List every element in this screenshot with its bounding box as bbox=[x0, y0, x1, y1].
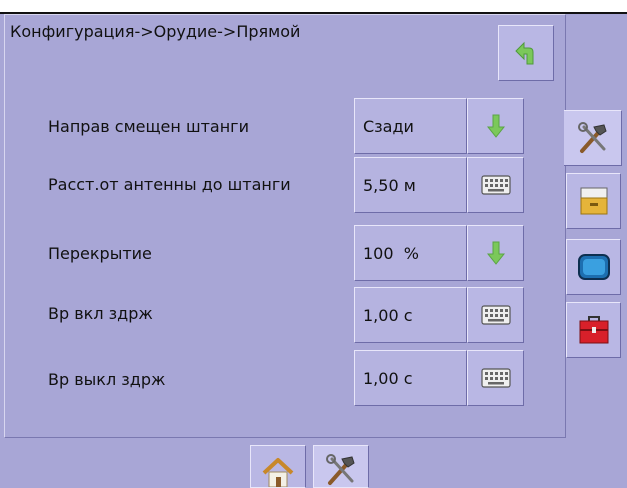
tools-icon bbox=[577, 122, 607, 153]
antenna-distance-value-box[interactable]: 5,50 м bbox=[354, 157, 467, 213]
keyboard-icon bbox=[480, 175, 511, 195]
toolbox-icon bbox=[579, 316, 608, 344]
offset-direction-dropdown-button[interactable] bbox=[467, 98, 524, 154]
bottom-tab-tools[interactable] bbox=[313, 445, 369, 488]
side-tab-toolbox[interactable] bbox=[566, 302, 621, 358]
antenna-distance-label: Расст.от антенны до штанги bbox=[48, 175, 291, 194]
breadcrumb: Конфигурация->Орудие->Прямой bbox=[10, 22, 301, 41]
on-delay-value-box[interactable]: 1,00 с bbox=[354, 287, 467, 343]
offset-direction-value-box[interactable]: Сзади bbox=[354, 98, 467, 154]
overlap-value-box[interactable]: 100 % bbox=[354, 225, 467, 281]
on-delay-label: Вр вкл здрж bbox=[48, 304, 153, 323]
on-delay-keyboard-button[interactable] bbox=[467, 287, 524, 343]
offset-direction-value: Сзади bbox=[363, 117, 414, 136]
arrow-down-icon bbox=[486, 241, 505, 265]
side-tab-display[interactable] bbox=[566, 239, 621, 295]
display-icon bbox=[577, 254, 610, 280]
overlap-label: Перекрытие bbox=[48, 244, 152, 263]
off-delay-keyboard-button[interactable] bbox=[467, 350, 524, 406]
drawer-icon bbox=[580, 187, 607, 215]
back-button[interactable] bbox=[498, 25, 554, 81]
tools-icon bbox=[326, 454, 355, 485]
side-tab-storage[interactable] bbox=[566, 173, 621, 229]
off-delay-value-box[interactable]: 1,00 с bbox=[354, 350, 467, 406]
antenna-distance-keyboard-button[interactable] bbox=[467, 157, 524, 213]
bottom-tab-home[interactable] bbox=[250, 445, 306, 488]
offset-direction-label: Направ смещен штанги bbox=[48, 117, 249, 136]
keyboard-icon bbox=[480, 368, 511, 388]
keyboard-icon bbox=[480, 305, 511, 325]
overlap-value: 100 % bbox=[363, 244, 419, 263]
arrow-down-icon bbox=[486, 114, 505, 138]
home-icon bbox=[262, 458, 294, 487]
overlap-dropdown-button[interactable] bbox=[467, 225, 524, 281]
off-delay-value: 1,00 с bbox=[363, 369, 413, 388]
off-delay-label: Вр выкл здрж bbox=[48, 370, 166, 389]
back-arrow-icon bbox=[515, 41, 534, 65]
on-delay-value: 1,00 с bbox=[363, 306, 413, 325]
antenna-distance-value: 5,50 м bbox=[363, 176, 416, 195]
side-tab-tools[interactable] bbox=[564, 110, 622, 166]
